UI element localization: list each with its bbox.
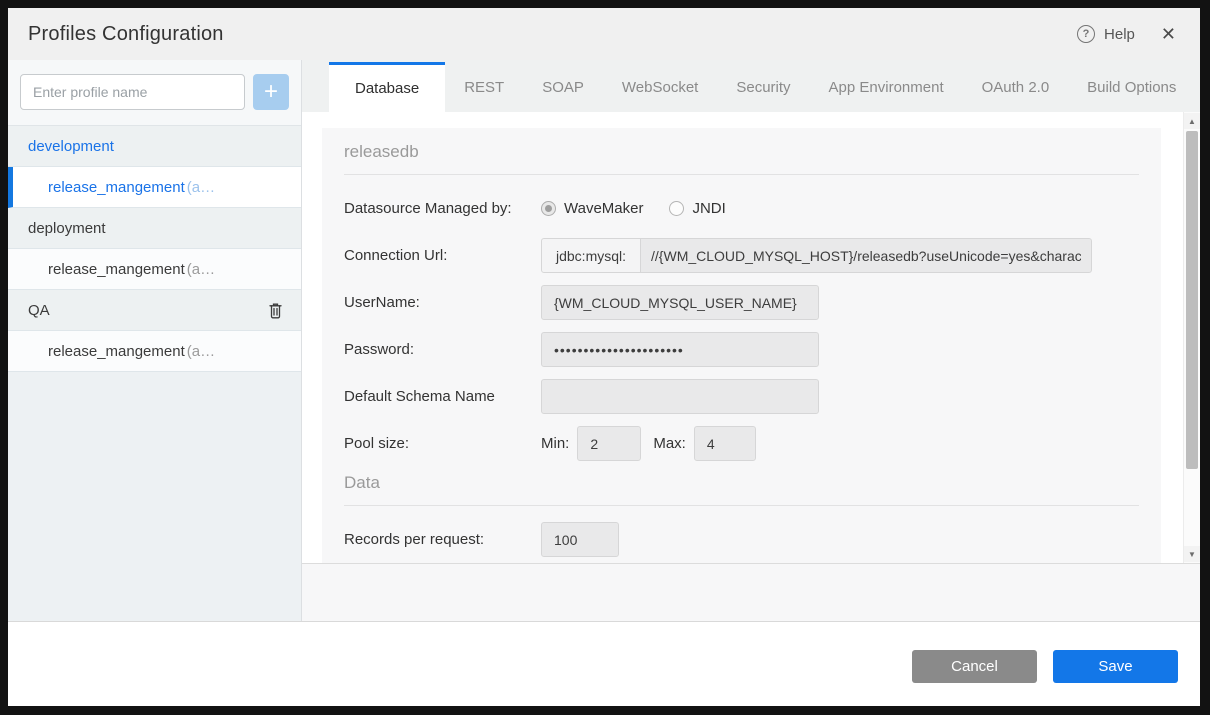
pool-min-label: Min: <box>541 435 569 452</box>
tab-build-options[interactable]: Build Options <box>1068 62 1195 112</box>
dialog-body: + development release_mangement (a… depl… <box>8 60 1200 621</box>
profile-label: development <box>28 138 114 155</box>
radio-wavemaker-label: WaveMaker <box>564 200 643 217</box>
connection-url-row: Connection Url: jdbc:mysql: <box>344 238 1139 273</box>
dialog-footer: Cancel Save <box>8 621 1200 706</box>
delete-profile-icon[interactable] <box>268 302 283 319</box>
service-label: release_mangement <box>48 179 185 196</box>
database-tab-panel: releasedb Datasource Managed by: WaveMak… <box>302 112 1200 563</box>
pool-min-input[interactable] <box>577 426 641 461</box>
profiles-configuration-dialog: Profiles Configuration ? Help ✕ + develo… <box>8 8 1200 706</box>
tab-security[interactable]: Security <box>717 62 809 112</box>
service-item-release-mangement-3[interactable]: release_mangement (a… <box>8 331 301 372</box>
schema-row: Default Schema Name <box>344 379 1139 414</box>
section-title-data: Data <box>344 473 1139 506</box>
tab-app-environment[interactable]: App Environment <box>810 62 963 112</box>
scrollbar-thumb[interactable] <box>1186 131 1198 469</box>
plus-icon: + <box>264 75 278 109</box>
profile-item-development[interactable]: development <box>8 126 301 167</box>
pool-size-label: Pool size: <box>344 435 541 452</box>
config-content: Database REST SOAP WebSocket Security Ap… <box>302 60 1200 621</box>
dialog-header: Profiles Configuration ? Help ✕ <box>8 8 1200 60</box>
page-title: Profiles Configuration <box>28 23 224 46</box>
radio-jndi-label: JNDI <box>692 200 725 217</box>
profile-label: deployment <box>28 220 106 237</box>
service-label: release_mangement <box>48 261 185 278</box>
connection-url-field: jdbc:mysql: <box>541 238 1092 273</box>
scroll-up-icon[interactable]: ▲ <box>1184 113 1200 129</box>
tab-soap[interactable]: SOAP <box>523 62 603 112</box>
pool-size-row: Pool size: Min: Max: <box>344 426 1139 461</box>
cancel-button[interactable]: Cancel <box>912 650 1037 683</box>
pool-max-input[interactable] <box>694 426 756 461</box>
add-profile-button[interactable]: + <box>253 74 289 110</box>
password-label: Password: <box>344 341 541 358</box>
vertical-scrollbar[interactable]: ▲ ▼ <box>1183 112 1200 563</box>
schema-label: Default Schema Name <box>344 388 541 405</box>
pool-max-label: Max: <box>653 435 686 452</box>
radio-wavemaker[interactable]: WaveMaker <box>541 200 643 217</box>
connection-url-label: Connection Url: <box>344 247 541 264</box>
service-label-suffix: (a… <box>187 261 215 278</box>
close-icon[interactable]: ✕ <box>1161 25 1176 43</box>
profiles-sidebar: + development release_mangement (a… depl… <box>8 60 302 621</box>
help-button[interactable]: ? Help <box>1077 25 1135 43</box>
header-actions: ? Help ✕ <box>1077 25 1176 43</box>
service-label-suffix: (a… <box>187 343 215 360</box>
username-row: UserName: <box>344 285 1139 320</box>
tab-rest[interactable]: REST <box>445 62 523 112</box>
help-label: Help <box>1104 26 1135 43</box>
username-label: UserName: <box>344 294 541 311</box>
scroll-down-icon[interactable]: ▼ <box>1184 546 1200 562</box>
datasource-label: Datasource Managed by: <box>344 200 541 217</box>
datasource-row: Datasource Managed by: WaveMaker JNDI <box>344 191 1139 226</box>
schema-input[interactable] <box>541 379 819 414</box>
add-profile-row: + <box>8 60 301 126</box>
records-input[interactable] <box>541 522 619 557</box>
password-row: Password: <box>344 332 1139 367</box>
tab-panel-footer-strip <box>302 563 1200 621</box>
profile-label: QA <box>28 302 50 319</box>
tab-oauth-2-0[interactable]: OAuth 2.0 <box>963 62 1069 112</box>
releasedb-form: releasedb Datasource Managed by: WaveMak… <box>322 128 1161 563</box>
service-label: release_mangement <box>48 343 185 360</box>
connection-url-input[interactable] <box>640 238 1092 273</box>
radio-jndi[interactable]: JNDI <box>669 200 725 217</box>
records-row: Records per request: <box>344 522 1139 557</box>
service-item-release-mangement-2[interactable]: release_mangement (a… <box>8 249 301 290</box>
profile-list: development release_mangement (a… deploy… <box>8 126 301 372</box>
help-icon: ? <box>1077 25 1095 43</box>
radio-selected-icon <box>541 201 556 216</box>
profile-item-qa[interactable]: QA <box>8 290 301 331</box>
save-button[interactable]: Save <box>1053 650 1178 683</box>
username-input[interactable] <box>541 285 819 320</box>
tab-websocket[interactable]: WebSocket <box>603 62 717 112</box>
connection-url-prefix: jdbc:mysql: <box>541 238 641 273</box>
password-input[interactable] <box>541 332 819 367</box>
records-label: Records per request: <box>344 531 541 548</box>
profile-item-deployment[interactable]: deployment <box>8 208 301 249</box>
config-tabs: Database REST SOAP WebSocket Security Ap… <box>302 60 1200 112</box>
tab-database[interactable]: Database <box>329 62 445 112</box>
datasource-radio-group: WaveMaker JNDI <box>541 200 726 217</box>
service-item-release-mangement-1[interactable]: release_mangement (a… <box>8 167 301 208</box>
profile-name-input[interactable] <box>20 74 245 110</box>
service-label-suffix: (a… <box>187 179 215 196</box>
section-title-releasedb: releasedb <box>344 142 1139 175</box>
radio-unselected-icon <box>669 201 684 216</box>
